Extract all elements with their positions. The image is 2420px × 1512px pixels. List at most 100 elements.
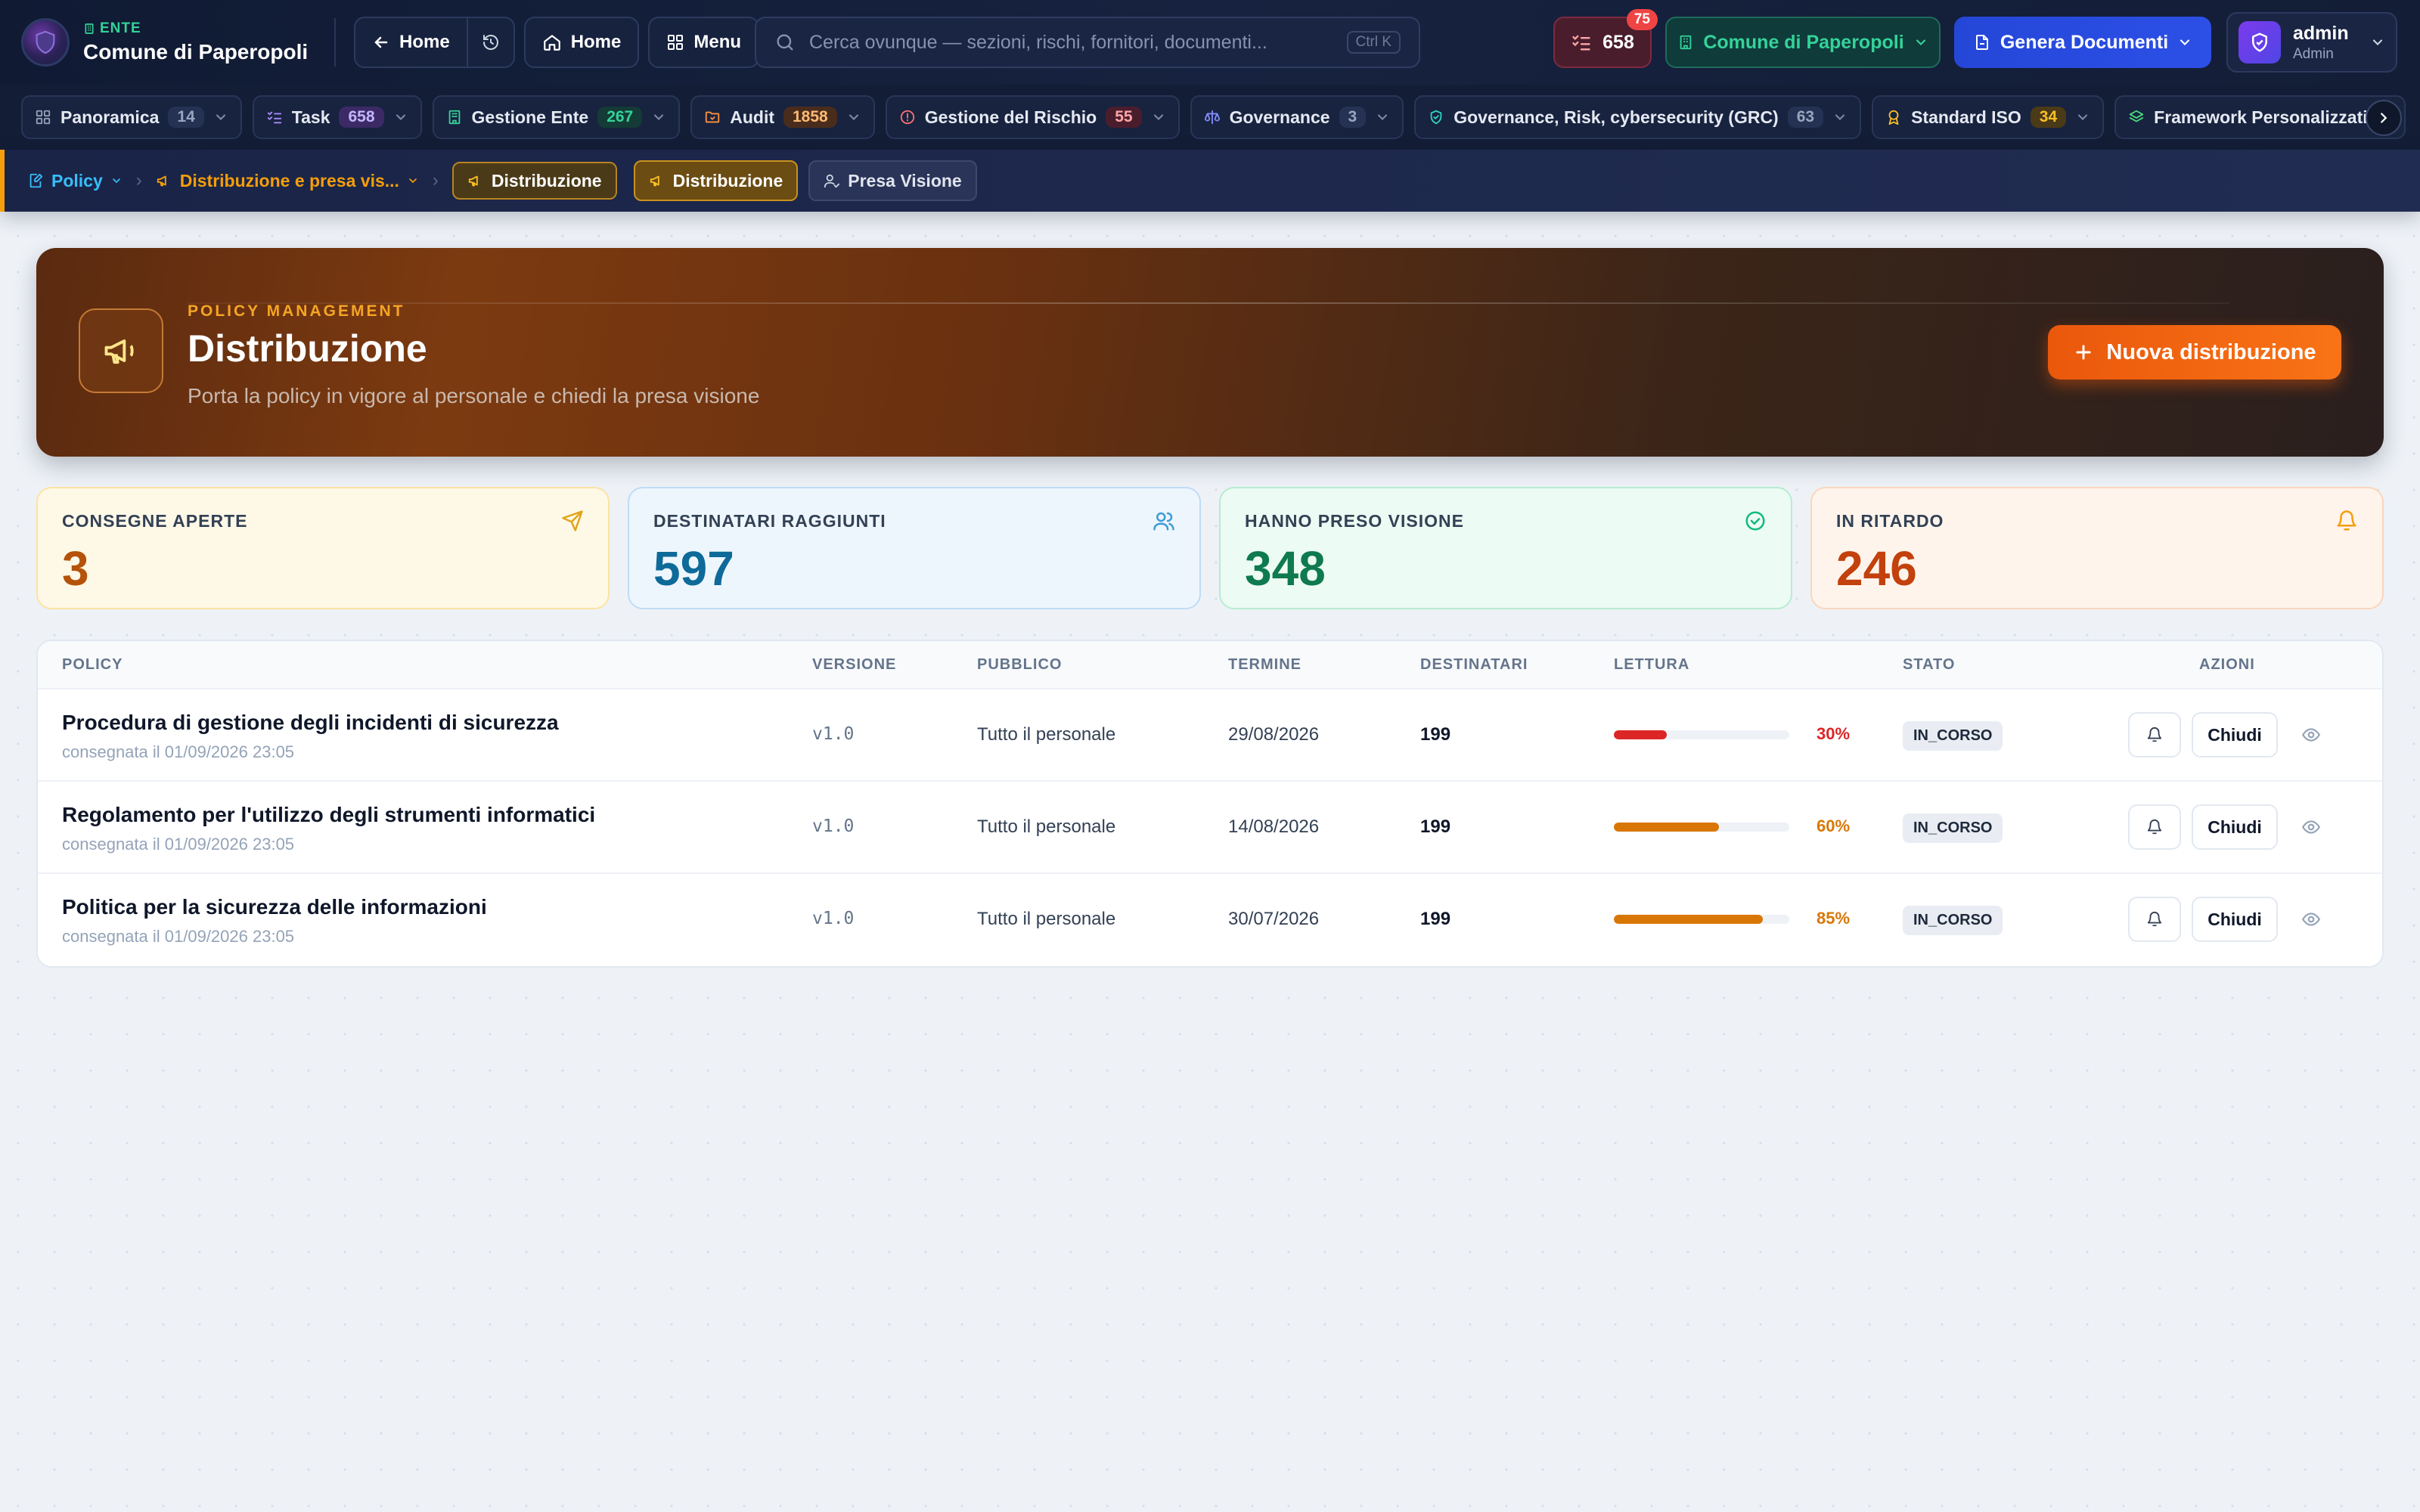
home-button[interactable]: Home xyxy=(523,17,640,68)
module-count: 3 xyxy=(1339,107,1367,128)
tab-presa-visione[interactable]: Presa Visione xyxy=(808,160,977,201)
scroll-right-button[interactable] xyxy=(2366,100,2402,136)
view-button[interactable] xyxy=(2296,904,2326,934)
module-tab-panoramica[interactable]: Panoramica 14 xyxy=(21,95,242,139)
send-reminder-button[interactable] xyxy=(2128,897,2181,942)
module-tabs: Panoramica 14 Task 658 Gestione Ente 267 Audit… xyxy=(0,85,2420,150)
ente-selector[interactable]: Comune di Paperopoli xyxy=(1665,17,1941,68)
status-badge: IN_CORSO xyxy=(1903,721,2003,751)
column-header[interactable]: STATO xyxy=(1903,656,1955,674)
column-header[interactable]: TERMINE xyxy=(1228,656,1302,674)
module-count: 658 xyxy=(339,107,384,128)
user-menu[interactable]: admin Admin xyxy=(2226,12,2397,73)
tab-distribuzione[interactable]: Distribuzione xyxy=(633,160,799,201)
history-button[interactable] xyxy=(468,17,513,68)
chevron-down-icon xyxy=(654,114,664,120)
view-button[interactable] xyxy=(2296,812,2326,842)
policy-title[interactable]: Procedura di gestione degli incidenti di… xyxy=(62,711,559,735)
module-tab-framework-personalizzati[interactable]: Framework Personalizzati xyxy=(2114,95,2406,139)
back-home-button[interactable]: Home xyxy=(355,17,467,68)
hero-divider xyxy=(188,302,2229,304)
tasks-button[interactable]: 658 75 xyxy=(1553,9,1658,68)
checklist-icon xyxy=(1572,35,1590,51)
arrow-left-icon xyxy=(374,36,388,48)
reading-percentage: 85% xyxy=(1817,909,1851,928)
column-header[interactable]: DESTINATARI xyxy=(1420,656,1528,674)
breadcrumb: Policy › Distribuzione e presa vis... › … xyxy=(0,150,2420,212)
table-row[interactable]: Regolamento per l'utilizzo degli strumen… xyxy=(38,782,2382,874)
avatar xyxy=(2238,21,2281,64)
policy-title[interactable]: Regolamento per l'utilizzo degli strumen… xyxy=(62,803,595,827)
column-header[interactable]: VERSIONE xyxy=(812,656,896,674)
user-name: admin xyxy=(2293,22,2349,44)
close-distribution-button[interactable]: Chiudi xyxy=(2192,804,2278,850)
chevron-down-icon xyxy=(1835,114,1845,120)
module-tab-governance[interactable]: Governance 3 xyxy=(1190,95,1404,139)
menu-button[interactable]: Menu xyxy=(648,17,760,68)
table-row[interactable]: Politica per la sicurezza delle informaz… xyxy=(38,874,2382,966)
ente-name: Comune di Paperopoli xyxy=(83,40,309,64)
module-label: Task xyxy=(291,107,330,127)
close-distribution-button[interactable]: Chiudi xyxy=(2192,897,2278,942)
policy-title[interactable]: Politica per la sicurezza delle informaz… xyxy=(62,895,487,919)
breadcrumb-section[interactable]: Distribuzione e presa vis... xyxy=(156,171,419,191)
chevron-down-icon xyxy=(1916,39,1925,45)
page-title: Distribuzione xyxy=(188,327,427,370)
history-icon xyxy=(482,35,498,50)
back-nav-group: Home xyxy=(354,17,515,68)
grid-icon xyxy=(36,110,51,125)
module-tab-task[interactable]: Task 658 xyxy=(252,95,422,139)
column-header[interactable]: PUBBLICO xyxy=(977,656,1062,674)
reading-progress-fill xyxy=(1614,915,1764,924)
module-tab-audit[interactable]: Audit 1858 xyxy=(690,95,875,139)
module-count: 34 xyxy=(2030,107,2067,128)
building-icon xyxy=(1680,35,1692,50)
global-search[interactable]: Cerca ovunque — sezioni, rischi, fornito… xyxy=(755,17,1420,68)
user-role: Admin xyxy=(2293,45,2334,62)
recipients-count: 199 xyxy=(1420,816,1451,837)
close-distribution-button[interactable]: Chiudi xyxy=(2192,712,2278,758)
breadcrumb-current[interactable]: Distribuzione xyxy=(451,162,617,200)
view-button[interactable] xyxy=(2296,720,2326,750)
policy-version: v1.0 xyxy=(812,909,855,928)
module-tab-standard-iso[interactable]: Standard ISO 34 xyxy=(1872,95,2105,139)
search-input[interactable]: Cerca ovunque — sezioni, rischi, fornito… xyxy=(809,32,1333,54)
breadcrumb-separator: › xyxy=(135,170,142,191)
recipients-count: 199 xyxy=(1420,909,1451,929)
chevron-down-icon xyxy=(409,178,417,184)
column-header[interactable]: POLICY xyxy=(62,656,123,674)
delivery-date: consegnata il 01/09/2026 23:05 xyxy=(62,835,295,854)
megaphone-icon xyxy=(79,308,163,393)
send-reminder-button[interactable] xyxy=(2128,804,2181,850)
module-label: Governance, Risk, cybersecurity (GRC) xyxy=(1454,107,1779,127)
distribution-table: POLICY VERSIONE PUBBLICO TERMINE DESTINA… xyxy=(36,640,2384,968)
check-circle-icon xyxy=(1745,511,1765,531)
building-icon xyxy=(85,23,94,34)
module-label: Gestione del Rischio xyxy=(924,107,1097,127)
folder-icon xyxy=(706,111,720,123)
brand[interactable]: ENTE Comune di Paperopoli xyxy=(21,18,324,67)
deadline: 30/07/2026 xyxy=(1228,909,1320,929)
module-tab-gestione-del-rischio[interactable]: Gestione del Rischio 55 xyxy=(885,95,1180,139)
table-row[interactable]: Procedura di gestione degli incidenti di… xyxy=(38,689,2382,782)
breadcrumb-policy[interactable]: Policy xyxy=(27,171,123,191)
module-tab-gestione-ente[interactable]: Gestione Ente 267 xyxy=(432,95,681,139)
module-tab-governance-risk-cybersecurity-grc[interactable]: Governance, Risk, cybersecurity (GRC) 63 xyxy=(1414,95,1862,139)
new-distribution-button[interactable]: Nuova distribuzione xyxy=(2048,325,2341,380)
search-icon xyxy=(777,34,793,51)
module-label: Audit xyxy=(730,107,774,127)
bell-icon xyxy=(2147,820,2162,835)
shield-check-icon xyxy=(2252,33,2267,52)
stat-recipients-reached: DESTINATARI RAGGIUNTI 597 xyxy=(628,487,1201,609)
module-count: 55 xyxy=(1106,107,1142,128)
policy-version: v1.0 xyxy=(812,724,855,744)
send-reminder-button[interactable] xyxy=(2128,712,2181,758)
module-label: Standard ISO xyxy=(1911,107,2021,127)
generate-documents-button[interactable]: Genera Documenti xyxy=(1954,17,2211,68)
column-header: AZIONI xyxy=(2199,656,2255,673)
delivery-date: consegnata il 01/09/2026 23:05 xyxy=(62,742,295,761)
column-header[interactable]: LETTURA xyxy=(1614,656,1689,674)
shield-icon xyxy=(1430,110,1442,125)
policy-version: v1.0 xyxy=(812,816,855,836)
users-icon xyxy=(1153,512,1174,531)
